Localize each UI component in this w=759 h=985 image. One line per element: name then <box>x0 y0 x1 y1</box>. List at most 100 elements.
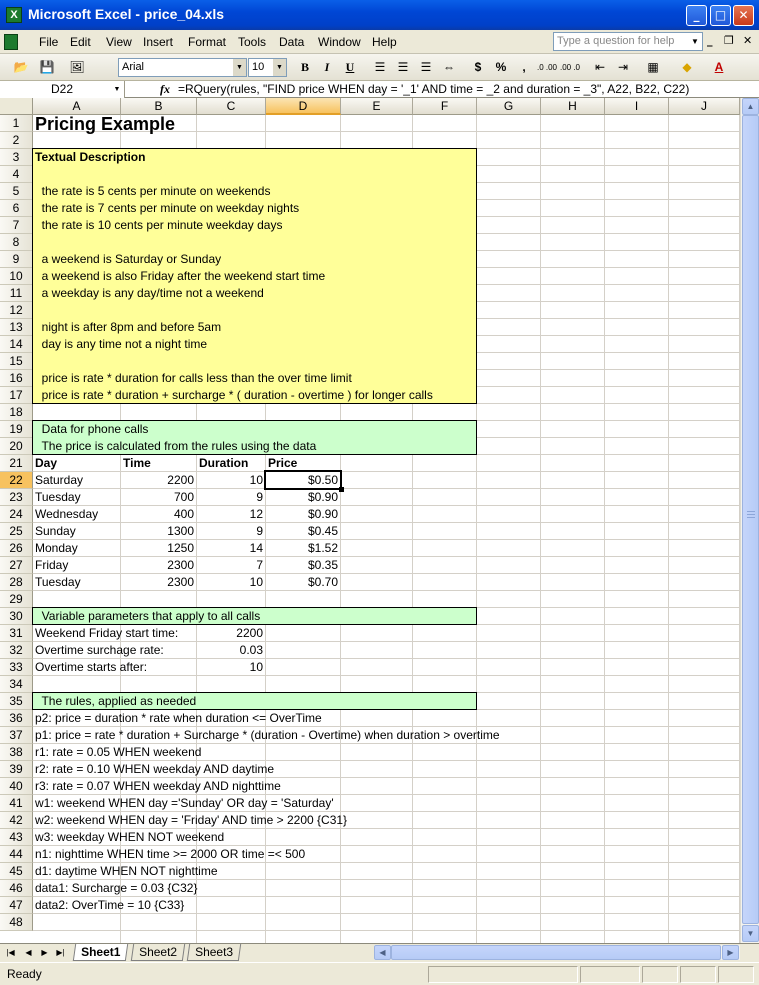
call-day-cell[interactable]: Friday <box>35 557 118 574</box>
parameter-label[interactable]: Overtime starts after: <box>35 659 147 676</box>
parameter-value[interactable]: 2200 <box>199 625 263 642</box>
row-header-41[interactable]: 41 <box>0 795 33 812</box>
row-header-29[interactable]: 29 <box>0 591 33 608</box>
call-day-cell[interactable]: Tuesday <box>35 574 118 591</box>
data-header-line[interactable]: The price is calculated from the rules u… <box>35 438 316 455</box>
chevron-down-icon[interactable]: ▼ <box>111 83 123 96</box>
next-sheet-icon[interactable]: ▶ <box>38 946 51 960</box>
workbook-restore-icon[interactable]: ❐ <box>724 34 734 47</box>
align-center-icon[interactable]: ☰ <box>392 57 414 78</box>
row-header-16[interactable]: 16 <box>0 370 33 387</box>
column-header-a[interactable]: A <box>33 98 121 115</box>
font-name-select[interactable]: Arial ▼ <box>118 58 247 77</box>
call-price-cell[interactable]: $0.45 <box>268 523 338 540</box>
call-day-cell[interactable]: Sunday <box>35 523 118 540</box>
align-right-icon[interactable]: ☰ <box>415 57 437 78</box>
row-header-14[interactable]: 14 <box>0 336 33 353</box>
column-header-j[interactable]: J <box>669 98 740 115</box>
parameters-header[interactable]: Variable parameters that apply to all ca… <box>35 608 261 625</box>
textual-description-heading[interactable]: Textual Description <box>35 149 145 166</box>
save-icon[interactable]: 💾 <box>36 57 58 78</box>
rule-line[interactable]: r3: rate = 0.07 WHEN weekday AND nightti… <box>35 778 281 795</box>
maximize-icon[interactable]: □ <box>710 5 731 26</box>
table-header-day[interactable]: Day <box>35 455 118 472</box>
chevron-down-icon[interactable]: ▼ <box>689 33 701 50</box>
column-header-b[interactable]: B <box>121 98 197 115</box>
description-line[interactable]: day is any time not a night time <box>35 336 207 353</box>
rule-line[interactable]: p2: price = duration * rate when duratio… <box>35 710 322 727</box>
row-header-2[interactable]: 2 <box>0 132 33 149</box>
row-header-25[interactable]: 25 <box>0 523 33 540</box>
column-header-h[interactable]: H <box>541 98 605 115</box>
menu-tools[interactable]: Tools <box>238 35 266 49</box>
call-day-cell[interactable]: Wednesday <box>35 506 118 523</box>
row-header-44[interactable]: 44 <box>0 846 33 863</box>
merge-center-icon[interactable]: ⇔ <box>438 57 460 78</box>
menu-edit[interactable]: Edit <box>70 35 91 49</box>
rule-line[interactable]: r1: rate = 0.05 WHEN weekend <box>35 744 201 761</box>
rule-line[interactable]: data2: OverTime = 10 {C33} <box>35 897 184 914</box>
parameter-label[interactable]: Weekend Friday start time: <box>35 625 178 642</box>
menu-insert[interactable]: Insert <box>143 35 173 49</box>
decrease-decimal-icon[interactable]: .00 .0 <box>559 57 581 78</box>
row-header-6[interactable]: 6 <box>0 200 33 217</box>
column-header-e[interactable]: E <box>341 98 413 115</box>
fill-handle[interactable] <box>339 487 344 492</box>
first-sheet-icon[interactable]: |◀ <box>4 946 17 960</box>
rule-line[interactable]: p1: price = rate * duration + Surcharge … <box>35 727 500 744</box>
call-price-cell[interactable]: $1.52 <box>268 540 338 557</box>
description-line[interactable]: the rate is 10 cents per minute weekday … <box>35 217 283 234</box>
scroll-left-icon[interactable]: ◀ <box>374 945 391 960</box>
row-header-24[interactable]: 24 <box>0 506 33 523</box>
call-price-cell[interactable]: $0.90 <box>268 489 338 506</box>
call-day-cell[interactable]: Saturday <box>35 472 118 489</box>
row-header-35[interactable]: 35 <box>0 693 33 710</box>
vertical-scrollbar[interactable]: ▲ ▼ <box>740 98 759 943</box>
tab-sheet2[interactable]: Sheet2 <box>130 944 186 961</box>
row-header-22[interactable]: 22 <box>0 472 33 489</box>
call-price-cell[interactable]: $0.70 <box>268 574 338 591</box>
column-header-i[interactable]: I <box>605 98 669 115</box>
parameter-value[interactable]: 0.03 <box>199 642 263 659</box>
row-header-3[interactable]: 3 <box>0 149 33 166</box>
sheet-title[interactable]: Pricing Example <box>35 115 175 133</box>
scroll-thumb[interactable] <box>742 115 759 924</box>
row-header-40[interactable]: 40 <box>0 778 33 795</box>
rules-header[interactable]: The rules, applied as needed <box>35 693 196 710</box>
call-time-cell[interactable]: 2200 <box>123 472 194 489</box>
rule-line[interactable]: data1: Surcharge = 0.03 {C32} <box>35 880 197 897</box>
description-line[interactable]: price is rate * duration for calls less … <box>35 370 352 387</box>
row-header-42[interactable]: 42 <box>0 812 33 829</box>
chevron-down-icon[interactable]: ▼ <box>273 59 286 76</box>
call-duration-cell[interactable]: 10 <box>199 574 263 591</box>
call-day-cell[interactable]: Monday <box>35 540 118 557</box>
row-header-7[interactable]: 7 <box>0 217 33 234</box>
rule-line[interactable]: w2: weekend WHEN day = 'Friday' AND time… <box>35 812 347 829</box>
table-header-duration[interactable]: Duration <box>199 455 263 472</box>
workbook-minimize-icon[interactable]: _ <box>707 34 713 47</box>
worksheet-grid[interactable]: ABCDEFGHIJ 1 2 3 4 5 6 7 8 9 10 11 12 13 14 15 16 17 18 19… <box>0 98 740 943</box>
row-header-45[interactable]: 45 <box>0 863 33 880</box>
select-all-corner[interactable] <box>0 98 33 115</box>
italic-button[interactable]: I <box>316 57 338 78</box>
call-duration-cell[interactable]: 14 <box>199 540 263 557</box>
call-duration-cell[interactable]: 10 <box>199 472 263 489</box>
row-header-8[interactable]: 8 <box>0 234 33 251</box>
row-header-12[interactable]: 12 <box>0 302 33 319</box>
align-left-icon[interactable]: ☰ <box>369 57 391 78</box>
row-header-34[interactable]: 34 <box>0 676 33 693</box>
row-header-32[interactable]: 32 <box>0 642 33 659</box>
description-line[interactable]: price is rate * duration + surcharge * (… <box>35 387 433 404</box>
rule-line[interactable]: d1: daytime WHEN NOT nighttime <box>35 863 218 880</box>
menu-format[interactable]: Format <box>188 35 226 49</box>
call-time-cell[interactable]: 2300 <box>123 557 194 574</box>
prev-sheet-icon[interactable]: ◀ <box>22 946 35 960</box>
rule-line[interactable]: w3: weekday WHEN NOT weekend <box>35 829 224 846</box>
row-header-15[interactable]: 15 <box>0 353 33 370</box>
rule-line[interactable]: r2: rate = 0.10 WHEN weekday AND daytime <box>35 761 274 778</box>
row-header-13[interactable]: 13 <box>0 319 33 336</box>
hscroll-thumb[interactable] <box>391 945 721 960</box>
horizontal-scrollbar[interactable]: ◀ ▶ <box>374 945 740 960</box>
underline-button[interactable]: U <box>339 57 361 78</box>
menu-data[interactable]: Data <box>279 35 304 49</box>
